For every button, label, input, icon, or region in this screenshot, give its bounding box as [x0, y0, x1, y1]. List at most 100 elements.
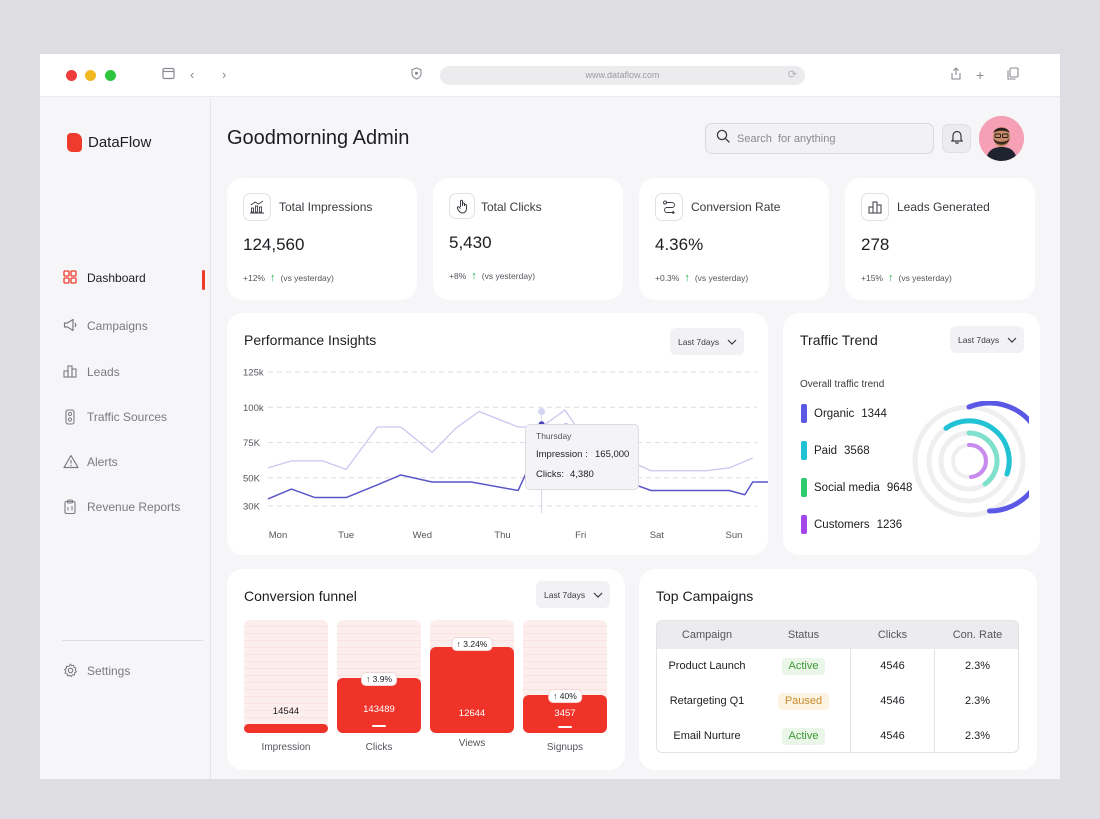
forward-arrow-icon[interactable]: ›	[222, 67, 226, 83]
sidebar-item-settings[interactable]: Settings	[63, 661, 130, 681]
y-tick-label: 30K	[243, 502, 261, 513]
traffic-light-icon	[63, 409, 79, 425]
funnel-stage-impression[interactable]: 14544	[244, 620, 328, 733]
kpi-delta-value: +0.3%	[655, 273, 680, 283]
funnel-bar: ↑ 3.24% 12644	[430, 638, 514, 733]
kpi-value: 4.36%	[655, 235, 704, 254]
kpi-delta: +15% ↑ (vs yesterday)	[861, 272, 952, 284]
funnel-bar	[244, 723, 328, 733]
column-header[interactable]: Status	[757, 621, 850, 649]
funnel-stage-signups[interactable]: ↑ 40% 3457	[523, 620, 607, 733]
sidebar-item-leads[interactable]: Leads	[63, 362, 120, 382]
funnel-handle	[372, 725, 386, 727]
y-tick-label: 50K	[243, 473, 261, 484]
notifications-button[interactable]	[942, 124, 971, 153]
leads-bars-icon	[861, 193, 889, 221]
share-icon[interactable]	[950, 67, 962, 84]
funnel-range-select[interactable]: Last 7days	[536, 581, 610, 608]
legend-paid: Paid 3568	[801, 441, 870, 460]
address-bar-url: www.dataflow.com	[585, 70, 660, 80]
traffic-title: Traffic Trend	[800, 332, 878, 348]
funnel-value: 12644	[458, 708, 486, 720]
browser-window: ‹ › www.dataflow.com ⟳ + DataFlow Dashbo…	[40, 54, 1060, 779]
sidebar-item-label: Alerts	[87, 455, 118, 469]
funnel-change-badge: ↑ 3.9%	[362, 672, 396, 685]
y-tick-label: 75K	[243, 438, 261, 449]
legend-customers: Customers 1236	[801, 515, 902, 534]
sidebar-item-revenue-reports[interactable]: Revenue Reports	[63, 497, 180, 517]
chart-bars-icon	[63, 364, 79, 380]
traffic-range-select[interactable]: Last 7days	[950, 326, 1024, 353]
maximize-window-dot[interactable]	[105, 70, 116, 81]
legend-swatch	[801, 515, 807, 534]
rate-value: 2.3%	[964, 730, 991, 742]
sidebar-item-label: Settings	[87, 664, 131, 678]
close-window-dot[interactable]	[66, 70, 77, 81]
tooltip-impression-value: 165,000	[595, 449, 630, 460]
legend-swatch	[801, 478, 807, 497]
kpi-delta-compare: (vs yesterday)	[481, 271, 536, 281]
rate-value: 2.3%	[964, 695, 991, 707]
brand-logo[interactable]: DataFlow	[67, 131, 151, 153]
arrow-up-icon: ↑	[887, 272, 894, 284]
arrow-up-icon: ↑	[269, 272, 276, 284]
x-tick-label: Mon	[269, 530, 287, 541]
legend-swatch	[801, 404, 807, 423]
table-row[interactable]: Retargeting Q1 Paused 4546 2.3%	[657, 684, 1018, 719]
browser-titlebar: ‹ › www.dataflow.com ⟳ +	[40, 54, 1060, 97]
tooltip-clicks-label: Clicks:	[536, 469, 564, 480]
tabs-overview-icon[interactable]	[1007, 67, 1019, 84]
kpi-card-impressions: Total Impressions 124,560 +12% ↑ (vs yeste…	[227, 178, 417, 300]
column-header[interactable]: Clicks	[850, 621, 935, 649]
kpi-value: 5,430	[449, 233, 492, 252]
range-label: Last 7days	[958, 334, 1000, 345]
kpi-delta-compare: (vs yesterday)	[898, 273, 952, 283]
table-header: Campaign Status Clicks Con. Rate	[657, 621, 1018, 649]
active-indicator	[202, 270, 205, 290]
sidebar-item-traffic-sources[interactable]: Traffic Sources	[63, 407, 167, 427]
tooltip-clicks-value: 4,380	[570, 469, 594, 480]
status-badge: Paused	[777, 693, 830, 710]
funnel-change-badge: ↑ 3.24%	[452, 638, 492, 651]
traffic-radial-chart	[912, 401, 1029, 518]
page-title: Goodmorning Admin	[227, 127, 410, 149]
table-row[interactable]: Product Launch Active 4546 2.3%	[657, 649, 1018, 684]
table-row[interactable]: Email Nurture Active 4546 2.3%	[657, 719, 1018, 752]
dataflow-logo-icon	[67, 132, 82, 152]
route-icon	[655, 193, 683, 221]
sidebar-item-campaigns[interactable]: Campaigns	[63, 316, 148, 336]
kpi-label: Conversion Rate	[691, 200, 781, 214]
funnel-change: 3.9%	[372, 673, 392, 684]
traffic-subtitle: Overall traffic trend	[800, 379, 885, 390]
back-arrow-icon[interactable]: ‹	[190, 67, 194, 83]
legend-organic: Organic 1344	[801, 404, 887, 423]
kpi-card-conversion: Conversion Rate 4.36% +0.3% ↑ (vs yesterda…	[639, 178, 829, 300]
campaign-name: Retargeting Q1	[669, 695, 745, 707]
funnel-label: Views	[458, 738, 486, 749]
sidebar-item-alerts[interactable]: Alerts	[63, 452, 118, 472]
chevron-down-icon	[1007, 335, 1017, 345]
funnel-stage-views[interactable]: ↑ 3.24% 12644	[430, 620, 514, 733]
performance-card: Performance Insights Last 7days 125k 100k…	[227, 313, 768, 555]
search-icon	[716, 129, 730, 148]
new-tab-icon[interactable]: +	[976, 67, 984, 83]
column-header[interactable]: Campaign	[657, 621, 757, 649]
address-bar[interactable]: www.dataflow.com ⟳	[440, 66, 805, 85]
sidebar-item-label: Revenue Reports	[87, 500, 181, 514]
reload-icon[interactable]: ⟳	[788, 66, 797, 85]
funnel-change: 3.24%	[463, 639, 488, 650]
funnel-card: Conversion funnel Last 7days 14544 Impre…	[227, 569, 625, 770]
legend-label: Social media	[814, 481, 880, 494]
avatar[interactable]	[979, 116, 1024, 161]
funnel-value: 3457	[554, 707, 576, 719]
series-line-clicks	[267, 423, 768, 500]
search-box[interactable]	[705, 123, 934, 154]
search-input[interactable]	[737, 132, 917, 145]
minimize-window-dot[interactable]	[85, 70, 96, 81]
funnel-stage-clicks[interactable]: ↑ 3.9% 143489	[337, 620, 421, 733]
sidebar-toggle-icon[interactable]	[162, 67, 175, 84]
clicks-value: 4546	[880, 660, 905, 672]
sidebar-item-dashboard[interactable]: Dashboard	[63, 268, 146, 288]
campaign-name: Email Nurture	[673, 730, 741, 742]
column-header[interactable]: Con. Rate	[935, 621, 1018, 649]
